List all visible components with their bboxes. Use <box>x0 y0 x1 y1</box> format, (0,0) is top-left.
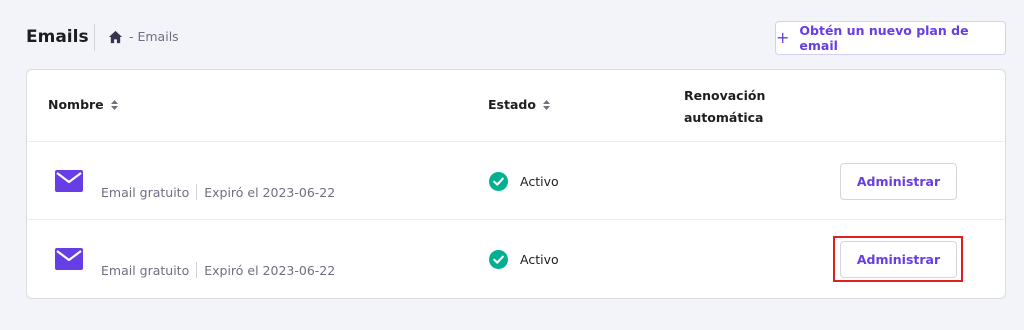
column-header-state-label: Estado <box>488 97 536 112</box>
status-text: Activo <box>520 174 559 189</box>
email-meta: Email gratuito Expiró el 2023-06-22 <box>101 262 335 278</box>
home-icon[interactable] <box>108 30 123 44</box>
email-meta: Email gratuito Expiró el 2023-06-22 <box>101 184 335 200</box>
check-circle-icon <box>489 172 508 191</box>
page-header: Emails - Emails + Obtén un nuevo plan de… <box>0 0 1024 70</box>
status-badge: Activo <box>489 250 559 269</box>
status-text: Activo <box>520 252 559 267</box>
mail-icon <box>55 248 83 270</box>
meta-separator <box>196 262 198 278</box>
new-email-plan-label: Obtén un nuevo plan de email <box>799 23 969 53</box>
column-header-name[interactable]: Nombre <box>48 97 118 112</box>
plan-name: Email gratuito <box>101 262 190 278</box>
manage-button[interactable]: Administrar <box>840 163 957 200</box>
plan-name: Email gratuito <box>101 184 190 200</box>
status-badge: Activo <box>489 172 559 191</box>
column-header-renewal-line2: automática <box>684 110 764 125</box>
table-row: Email gratuito Expiró el 2023-06-22 Acti… <box>27 142 1005 220</box>
meta-separator <box>196 184 198 200</box>
check-circle-icon <box>489 250 508 269</box>
sort-icon <box>110 99 118 110</box>
new-email-plan-button[interactable]: + Obtén un nuevo plan de email <box>775 21 1006 55</box>
table-row: Email gratuito Expiró el 2023-06-22 Acti… <box>27 220 1005 298</box>
column-header-state[interactable]: Estado <box>488 97 550 112</box>
plus-icon: + <box>776 28 790 47</box>
breadcrumb: - Emails <box>108 29 179 44</box>
breadcrumb-current: - Emails <box>129 29 179 44</box>
title-divider <box>94 24 95 51</box>
page-title: Emails <box>26 27 89 47</box>
mail-icon <box>55 170 83 192</box>
column-header-renewal-line1: Renovación <box>684 88 766 103</box>
expiry-date: Expiró el 2023-06-22 <box>204 184 336 200</box>
expiry-date: Expiró el 2023-06-22 <box>204 262 336 278</box>
sort-icon <box>542 99 550 110</box>
column-header-renewal: Renovación automática <box>684 85 765 129</box>
column-header-name-label: Nombre <box>48 97 104 112</box>
manage-button[interactable]: Administrar <box>840 241 957 278</box>
emails-table: Nombre Estado Renovación automática Emai… <box>26 69 1006 299</box>
